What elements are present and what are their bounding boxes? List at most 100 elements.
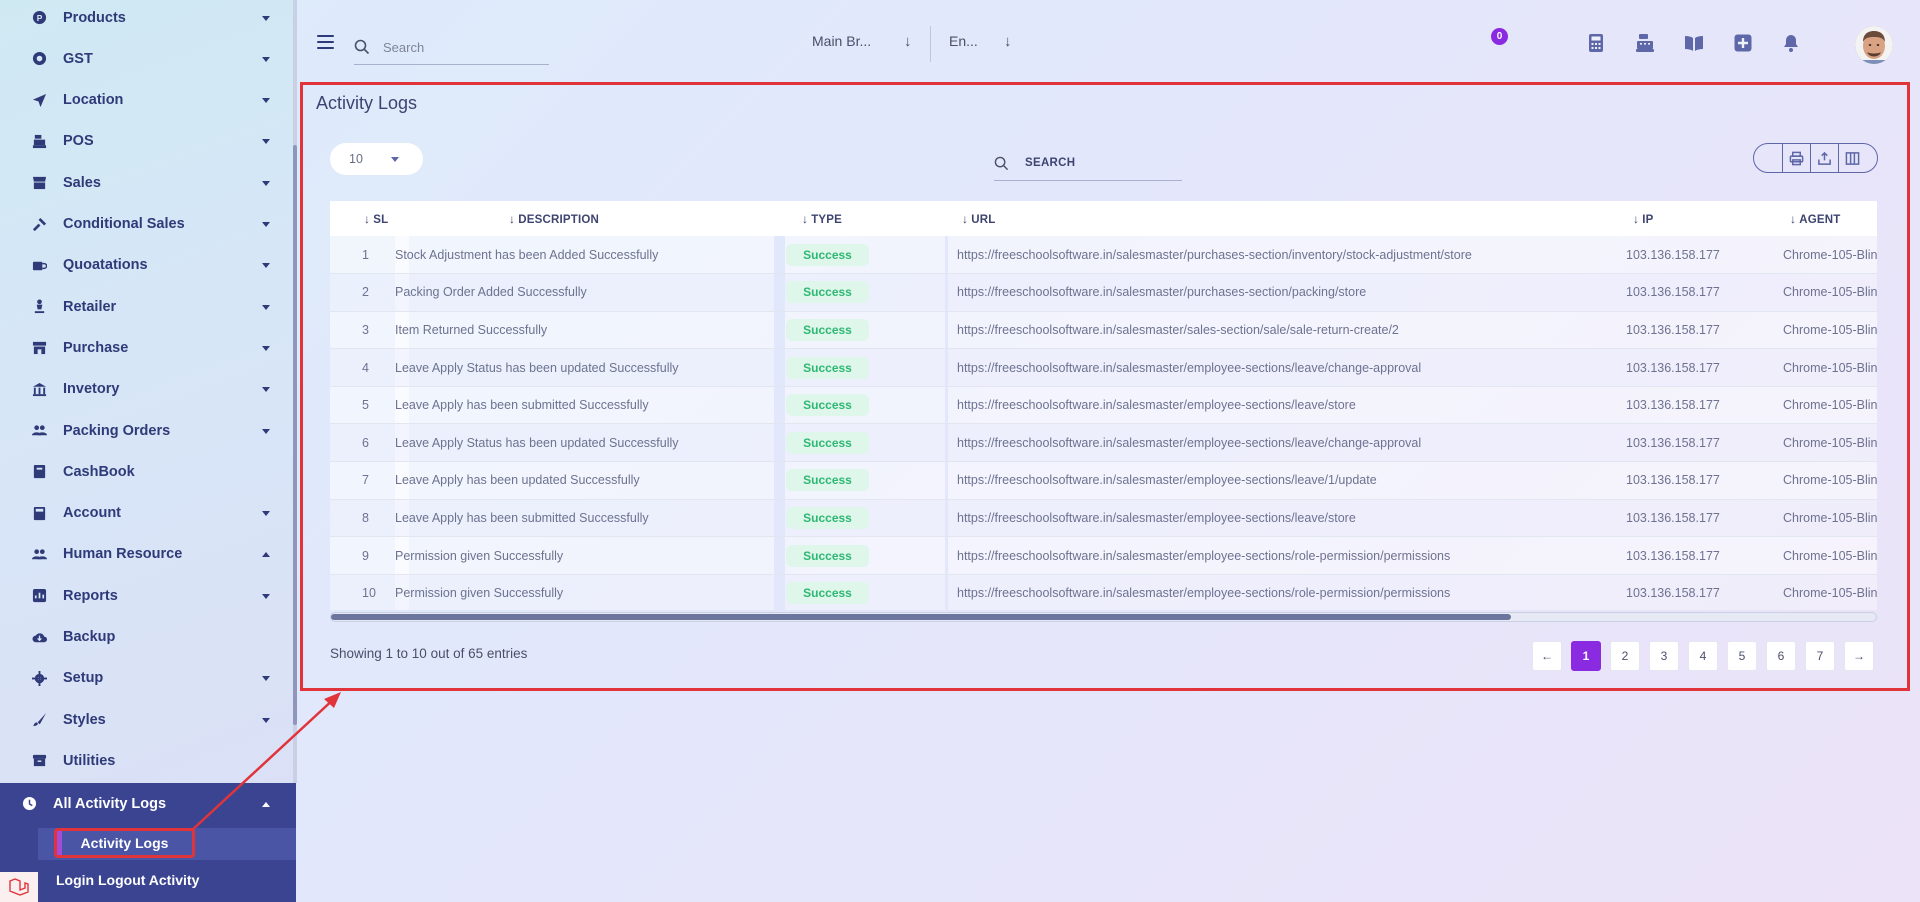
status-badge: Success (786, 281, 869, 304)
sidebar-item-packing-orders[interactable]: Packing Orders (0, 410, 290, 451)
sidebar-scrollbar[interactable] (293, 0, 297, 783)
cell-description: Leave Apply has been updated Successfull… (395, 462, 774, 500)
column-header-ip[interactable]: ↓ IP (1617, 201, 1774, 236)
sidebar-item-invetory[interactable]: Invetory (0, 369, 290, 410)
cell-description-text: Item Returned Successfully (395, 322, 548, 337)
cell-url-text: https://freeschoolsoftware.in/salesmaste… (957, 435, 1422, 450)
bell-icon[interactable] (1780, 32, 1802, 54)
avatar[interactable] (1855, 26, 1893, 64)
page-button-3[interactable]: 3 (1649, 641, 1679, 671)
column-header-type[interactable]: ↓ TYPE (788, 201, 948, 236)
sidebar-item-human-resource[interactable]: Human Resource (0, 534, 290, 575)
column-header-sl[interactable]: ↓ SL (330, 201, 409, 236)
column-header-label: IP (1642, 213, 1654, 226)
reports-icon (31, 588, 47, 604)
status-badge: Success (786, 469, 869, 492)
sidebar-item-retailer[interactable]: Retailer (0, 286, 290, 327)
cell-ip-text: 103.136.158.177 (1626, 510, 1720, 525)
export-icon[interactable] (1810, 144, 1838, 172)
table-row[interactable]: 1 Stock Adjustment has been Added Success… (330, 236, 1877, 274)
table-row[interactable]: 2 Packing Order Added Successfully Success… (330, 273, 1877, 312)
cell-sl-text: 10 (362, 586, 376, 601)
sidebar-subitem-login-logout[interactable]: Login Logout Activity (56, 872, 199, 888)
column-header-label: AGENT (1799, 213, 1841, 226)
sidebar-item-pos[interactable]: POS (0, 121, 290, 162)
table-row[interactable]: 9 Permission given Successfully Success htt… (330, 536, 1877, 575)
table-row[interactable]: 4 Leave Apply Status has been updated Suc… (330, 348, 1877, 387)
table-row[interactable]: 10 Permission given Successfully Success ht… (330, 574, 1877, 610)
chevron-down-icon (262, 717, 270, 723)
page-button-1[interactable]: 1 (1571, 641, 1601, 671)
cash-register-icon[interactable] (1634, 32, 1656, 54)
sidebar-item-setup[interactable]: Setup (0, 658, 290, 699)
print-icon[interactable] (1782, 144, 1810, 172)
sidebar-item-products[interactable]: P Products (0, 0, 290, 38)
page-button-6[interactable]: 6 (1766, 641, 1796, 671)
cell-agent: Chrome-105-Blink (1774, 499, 1877, 537)
page-button-7[interactable]: 7 (1805, 641, 1835, 671)
column-header-agent[interactable]: ↓ AGENT (1774, 201, 1877, 236)
column-header-description[interactable]: ↓ DESCRIPTION (409, 201, 788, 236)
sidebar-item-sales[interactable]: Sales (0, 162, 290, 203)
sidebar-item-cashbook[interactable]: CashBook (0, 451, 290, 492)
chevron-down-icon (262, 263, 270, 269)
cell-ip: 103.136.158.177 (1617, 424, 1774, 462)
cell-url: https://freeschoolsoftware.in/salesmaste… (948, 424, 1617, 462)
status-badge: Success (786, 356, 869, 379)
language-select[interactable]: En... ↓ (949, 33, 1012, 50)
table-row[interactable]: 5 Leave Apply has been submitted Successf… (330, 386, 1877, 424)
prev-page-button[interactable]: ← (1532, 641, 1562, 671)
table-row[interactable]: 3 Item Returned Successfully Success https:… (330, 311, 1877, 349)
sidebar-item-reports[interactable]: Reports (0, 575, 290, 616)
cell-url-text: https://freeschoolsoftware.in/salesmaste… (957, 548, 1451, 563)
chevron-down-icon (262, 428, 270, 434)
sidebar-item-account[interactable]: Account (0, 493, 290, 534)
hamburger-menu-icon[interactable] (317, 35, 334, 49)
status-badge: Success (786, 394, 869, 417)
cell-sl-text: 7 (362, 473, 369, 488)
cloud-download-icon (31, 629, 47, 645)
global-search-input[interactable] (383, 39, 533, 55)
calculator-icon[interactable] (1585, 32, 1607, 54)
sidebar-item-location[interactable]: Location (0, 80, 290, 121)
table-search-input[interactable] (1025, 157, 1175, 169)
sort-arrow-icon: ↓ (509, 211, 516, 226)
gear-icon (31, 670, 47, 686)
sidebar-subitem-activity-logs[interactable]: Activity Logs (54, 828, 195, 858)
sidebar-item-all-activity-logs[interactable]: All Activity Logs (0, 783, 290, 824)
brush-icon (31, 712, 47, 728)
table-horizontal-scrollbar[interactable] (330, 612, 1877, 622)
sidebar-item-styles[interactable]: Styles (0, 699, 290, 740)
cell-agent-text: Chrome-105-Blink (1783, 360, 1877, 375)
sidebar-item-purchase[interactable]: Purchase (0, 327, 290, 368)
sidebar-item-utilities[interactable]: Utilities (0, 740, 290, 781)
sidebar-item-backup[interactable]: Backup (0, 617, 290, 658)
cell-type: Success (785, 311, 945, 349)
page-button-2[interactable]: 2 (1610, 641, 1640, 671)
per-page-select[interactable]: 10 (330, 143, 423, 175)
columns-icon[interactable] (1838, 144, 1866, 172)
sidebar-item-label: Location (63, 92, 124, 109)
next-page-button[interactable]: → (1844, 641, 1874, 671)
table-row[interactable]: 7 Leave Apply has been updated Successful… (330, 461, 1877, 500)
cell-type: Success (785, 499, 945, 537)
book-open-icon[interactable] (1683, 32, 1705, 54)
page-button-5[interactable]: 5 (1727, 641, 1757, 671)
branch-select[interactable]: Main Br... ↓ (812, 33, 912, 50)
cell-url-text: https://freeschoolsoftware.in/salesmaste… (957, 586, 1451, 601)
cell-agent: Chrome-105-Blink (1774, 349, 1877, 387)
column-header-url[interactable]: ↓ URL (948, 201, 1617, 236)
sidebar-item-quoatations[interactable]: Quoatations (0, 245, 290, 286)
page-button-4[interactable]: 4 (1688, 641, 1718, 671)
cell-sl-text: 2 (362, 285, 369, 300)
table-row[interactable]: 6 Leave Apply Status has been updated Suc… (330, 423, 1877, 462)
table-header-row: ↓ SL ↓ DESCRIPTION ↓ TYPE ↓ URL ↓ IP ↓ AGENT (330, 201, 1877, 236)
add-square-icon[interactable] (1732, 32, 1754, 54)
sidebar-item-gst[interactable]: GST (0, 38, 290, 79)
table-row[interactable]: 8 Leave Apply has been submitted Successf… (330, 499, 1877, 537)
cell-ip-text: 103.136.158.177 (1626, 285, 1720, 300)
sidebar-item-conditional-sales[interactable]: Conditional Sales (0, 204, 290, 245)
cell-url: https://freeschoolsoftware.in/salesmaste… (948, 462, 1617, 500)
users-icon (31, 423, 47, 439)
sidebar: P Products GST Location POS Sales Conditional … (0, 0, 297, 902)
